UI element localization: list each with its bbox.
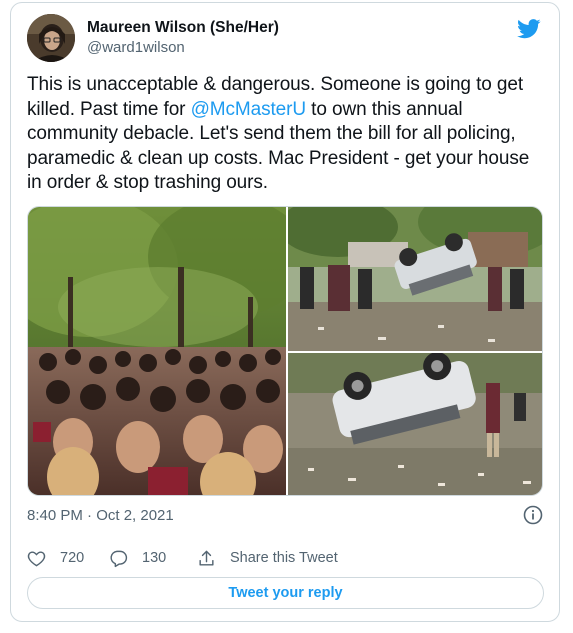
reply-count: 130 [142,550,167,566]
tweet-timestamp[interactable]: 8:40 PM · Oct 2, 2021 [27,507,174,524]
tweet-header: Maureen Wilson (She/Her) @ward1wilson [27,12,543,64]
info-icon[interactable] [523,505,543,525]
overturned-car-photo[interactable] [288,207,542,351]
tweet-card: Maureen Wilson (She/Her) @ward1wilson Th… [10,2,560,622]
like-button[interactable]: 720 [27,547,84,569]
author-handle[interactable]: @ward1wilson [87,38,279,58]
tweet-actions: 720 130 Share this Tweet [27,547,547,569]
author-names: Maureen Wilson (She/Her) @ward1wilson [87,18,279,58]
overturned-car-closeup-photo[interactable] [288,353,542,495]
media-grid [27,206,543,496]
tweet-text: This is unacceptable & dangerous. Someon… [27,73,537,196]
avatar-image [27,14,75,62]
avatar[interactable] [27,14,75,62]
like-count: 720 [60,550,85,566]
tweet-reply-button[interactable]: Tweet your reply [27,577,544,609]
share-icon [199,550,214,566]
twitter-bird-icon[interactable] [517,18,541,40]
crowd-photo[interactable] [28,207,286,495]
reply-count-button[interactable]: 130 [109,547,166,569]
mention-link[interactable]: @McMasterU [191,99,307,120]
author-display-name[interactable]: Maureen Wilson (She/Her) [87,18,279,38]
share-button[interactable]: Share this Tweet [197,547,338,569]
comment-icon [110,550,128,567]
heart-icon [27,550,46,566]
share-label: Share this Tweet [230,550,338,566]
